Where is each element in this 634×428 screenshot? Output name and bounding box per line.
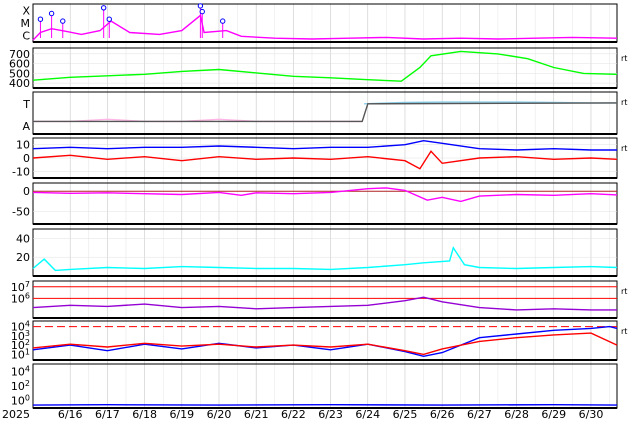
y-tick-label: C	[22, 30, 30, 43]
y-tick-label: -10	[12, 165, 30, 178]
chart-svg: 6/16 6/17 6/18 6/19 6/20 6/21 6/22 6/23 6/24 6/25…	[0, 0, 634, 424]
x-tick-label: 6/30	[579, 408, 604, 421]
y-tick-label: -50	[12, 206, 30, 219]
series-line-xray-flux-0	[33, 327, 617, 357]
x-tick-label: 6/16	[58, 408, 83, 421]
y-tick-label: 0	[23, 185, 30, 198]
flare-marker	[49, 11, 53, 15]
x-start-label: 2025	[2, 408, 30, 421]
series-line-dst-index-0	[33, 188, 617, 202]
panel-right-label: rt	[621, 144, 627, 153]
flare-marker	[61, 19, 65, 23]
y-tick-label: 100	[11, 394, 30, 408]
x-tick-label: 6/28	[504, 408, 529, 421]
x-tick-label: 6/24	[355, 408, 380, 421]
y-tick-label: 101	[11, 347, 30, 361]
x-tick-label: 6/21	[244, 408, 269, 421]
panel-frame-flare-class	[33, 4, 617, 42]
series-line-flare-class-0	[33, 15, 617, 40]
x-tick-label: 6/22	[281, 408, 306, 421]
y-tick-label: T	[22, 98, 30, 111]
y-tick-label: 20	[16, 251, 30, 264]
panel-frame-dst-index	[33, 183, 617, 224]
y-tick-label: 10	[16, 139, 30, 152]
flare-marker	[221, 19, 225, 23]
y-tick-label: 0	[23, 152, 30, 165]
x-tick-label: 6/23	[318, 408, 343, 421]
y-tick-label: X	[22, 4, 30, 17]
y-tick-label: 700	[9, 48, 30, 61]
flare-marker	[38, 17, 42, 21]
y-tick-label: 104	[11, 364, 30, 378]
flare-marker	[101, 6, 105, 10]
space-weather-chart: 6/16 6/17 6/18 6/19 6/20 6/21 6/22 6/23 6/24 6/25…	[0, 0, 634, 424]
flare-marker	[107, 17, 111, 21]
x-tick-label: 6/25	[393, 408, 418, 421]
x-tick-label: 6/17	[95, 408, 120, 421]
flare-marker	[198, 4, 202, 8]
series-line-electron-flux-0	[33, 297, 617, 310]
x-tick-label: 6/29	[541, 408, 566, 421]
flare-marker	[200, 9, 204, 13]
x-tick-label: 6/26	[430, 408, 455, 421]
x-tick-label: 6/18	[132, 408, 157, 421]
panel-frame-neutron-flux	[33, 364, 617, 408]
series-line-imf-bt-bz-0	[33, 141, 617, 150]
series-line-imf-bt-bz-1	[33, 151, 617, 168]
y-tick-label: 106	[11, 291, 30, 305]
x-tick-label: 6/20	[207, 408, 232, 421]
series-line-xray-flux-1	[33, 333, 617, 354]
series-line-proton-density-0	[33, 248, 617, 271]
x-tick-label: 6/27	[467, 408, 492, 421]
series-line-imf-sector-2	[33, 103, 617, 122]
y-tick-label: 40	[16, 232, 30, 245]
panel-right-label: rt	[621, 54, 627, 63]
panel-right-label: rt	[621, 287, 627, 296]
series-line-solar-wind-speed-0	[33, 51, 617, 81]
x-tick-label: 6/19	[169, 408, 194, 421]
panel-right-label: rt	[621, 327, 627, 336]
panel-right-label: rt	[621, 98, 627, 107]
y-tick-label: M	[21, 17, 31, 30]
panel-frame-imf-sector	[33, 92, 617, 134]
y-tick-label: 102	[11, 379, 30, 393]
y-tick-label: A	[22, 120, 30, 133]
